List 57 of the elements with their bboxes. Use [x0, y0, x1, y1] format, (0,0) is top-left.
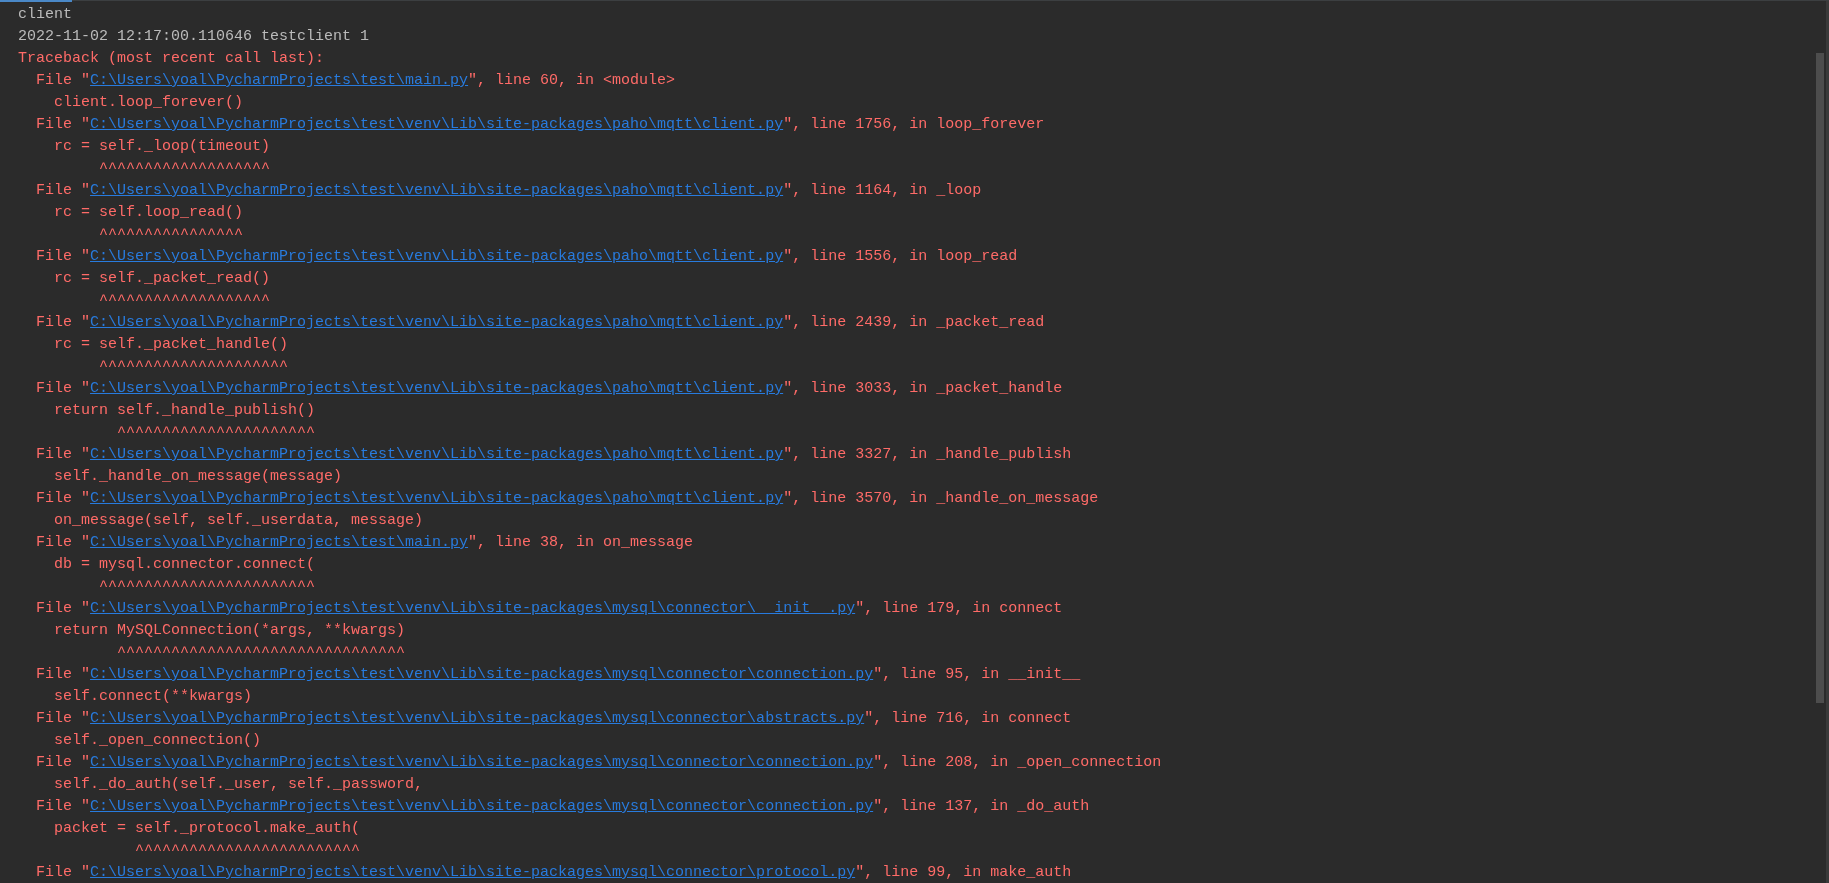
error-position-markers: ^^^^^^^^^^^^^^^^	[98, 226, 244, 243]
traceback-frame-line: File "C:\Users\yoal\PycharmProjects\test\venv\Lib\site-packages\paho\mqtt\client.py", line 1164, in _loop	[36, 182, 982, 199]
error-position-markers: ^^^^^^^^^^^^^^^^^^^^^	[98, 358, 289, 375]
console-output-line: 2022-11-02 12:17:00.110646 testclient 1	[18, 28, 370, 45]
source-code-line: rc = self._loop(timeout)	[54, 138, 271, 155]
source-code-line: rc = self._packet_read()	[54, 270, 271, 287]
source-code-line: self.connect(**kwargs)	[54, 688, 253, 705]
file-path-link[interactable]: C:\Users\yoal\PycharmProjects\test\venv\Lib\site-packages\paho\mqtt\client.py	[90, 490, 784, 507]
source-code-line: rc = self.loop_read()	[54, 204, 244, 221]
source-code-line: self._open_connection()	[54, 732, 262, 749]
traceback-frame-line: File "C:\Users\yoal\PycharmProjects\test\main.py", line 38, in on_message	[36, 534, 694, 551]
source-code-line: return MySQLConnection(*args, **kwargs)	[54, 622, 406, 639]
file-path-link[interactable]: C:\Users\yoal\PycharmProjects\test\main.py	[90, 72, 469, 89]
traceback-frame-line: File "C:\Users\yoal\PycharmProjects\test\venv\Lib\site-packages\paho\mqtt\client.py", line 3327, in _handle_publish	[36, 446, 1072, 463]
file-path-link[interactable]: C:\Users\yoal\PycharmProjects\test\venv\Lib\site-packages\paho\mqtt\client.py	[90, 248, 784, 265]
traceback-frame-line: File "C:\Users\yoal\PycharmProjects\test\venv\Lib\site-packages\mysql\connector\connection.py", line 208, in _open_connection	[36, 754, 1162, 771]
file-path-link[interactable]: C:\Users\yoal\PycharmProjects\test\venv\Lib\site-packages\mysql\connector\__init__.py	[90, 600, 856, 617]
active-tab-indicator	[0, 0, 72, 2]
source-code-line: on_message(self, self._userdata, message)	[54, 512, 424, 529]
traceback-frame-line: File "C:\Users\yoal\PycharmProjects\test\venv\Lib\site-packages\paho\mqtt\client.py", line 1756, in loop_forever	[36, 116, 1045, 133]
error-position-markers: ^^^^^^^^^^^^^^^^^^^	[98, 160, 271, 177]
traceback-frame-line: File "C:\Users\yoal\PycharmProjects\test\venv\Lib\site-packages\paho\mqtt\client.py", line 1556, in loop_read	[36, 248, 1018, 265]
source-code-line: packet = self._protocol.make_auth(	[54, 820, 361, 837]
traceback-frame-line: File "C:\Users\yoal\PycharmProjects\test\venv\Lib\site-packages\paho\mqtt\client.py", line 3033, in _packet_handle	[36, 380, 1063, 397]
source-code-line: return self._handle_publish()	[54, 402, 316, 419]
file-path-link[interactable]: C:\Users\yoal\PycharmProjects\test\main.py	[90, 534, 469, 551]
file-path-link[interactable]: C:\Users\yoal\PycharmProjects\test\venv\Lib\site-packages\paho\mqtt\client.py	[90, 446, 784, 463]
source-code-line: self._handle_on_message(message)	[54, 468, 343, 485]
traceback-header: Traceback (most recent call last):	[18, 50, 325, 67]
file-path-link[interactable]: C:\Users\yoal\PycharmProjects\test\venv\Lib\site-packages\mysql\connector\abstracts.py	[90, 710, 865, 727]
source-code-line: client.loop_forever()	[54, 94, 244, 111]
traceback-frame-line: File "C:\Users\yoal\PycharmProjects\test\venv\Lib\site-packages\paho\mqtt\client.py", line 3570, in _handle_on_message	[36, 490, 1099, 507]
traceback-frame-line: File "C:\Users\yoal\PycharmProjects\test\venv\Lib\site-packages\mysql\connector\__init__.py", line 179, in connect	[36, 600, 1063, 617]
traceback-frame-line: File "C:\Users\yoal\PycharmProjects\test\venv\Lib\site-packages\mysql\connector\abstracts.py", line 716, in connect	[36, 710, 1072, 727]
console-output-line: client	[18, 6, 72, 23]
file-path-link[interactable]: C:\Users\yoal\PycharmProjects\test\venv\Lib\site-packages\paho\mqtt\client.py	[90, 116, 784, 133]
file-path-link[interactable]: C:\Users\yoal\PycharmProjects\test\venv\Lib\site-packages\paho\mqtt\client.py	[90, 314, 784, 331]
traceback-frame-line: File "C:\Users\yoal\PycharmProjects\test\venv\Lib\site-packages\mysql\connector\protocol.py", line 99, in make_auth	[36, 864, 1072, 881]
file-path-link[interactable]: C:\Users\yoal\PycharmProjects\test\venv\Lib\site-packages\mysql\connector\connection.py	[90, 666, 874, 683]
error-position-markers: ^^^^^^^^^^^^^^^^^^^^^^^^^^^^^^^^	[116, 644, 406, 661]
traceback-frame-line: File "C:\Users\yoal\PycharmProjects\test\venv\Lib\site-packages\paho\mqtt\client.py", line 2439, in _packet_read	[36, 314, 1045, 331]
source-code-line: rc = self._packet_handle()	[54, 336, 289, 353]
traceback-frame-line: File "C:\Users\yoal\PycharmProjects\test\venv\Lib\site-packages\mysql\connector\connection.py", line 95, in __init__	[36, 666, 1081, 683]
source-code-line: db = mysql.connector.connect(	[54, 556, 316, 573]
file-path-link[interactable]: C:\Users\yoal\PycharmProjects\test\venv\Lib\site-packages\mysql\connector\protocol.py	[90, 864, 856, 881]
error-position-markers: ^^^^^^^^^^^^^^^^^^^^^^^^^	[134, 842, 361, 859]
scrollbar[interactable]	[1816, 53, 1824, 703]
source-code-line: self._do_auth(self._user, self._password,	[54, 776, 424, 793]
file-path-link[interactable]: C:\Users\yoal\PycharmProjects\test\venv\Lib\site-packages\mysql\connector\connection.py	[90, 754, 874, 771]
error-position-markers: ^^^^^^^^^^^^^^^^^^^^^^	[116, 424, 316, 441]
error-position-markers: ^^^^^^^^^^^^^^^^^^^^^^^^	[98, 578, 316, 595]
traceback-frame-line: File "C:\Users\yoal\PycharmProjects\test\venv\Lib\site-packages\mysql\connector\connection.py", line 137, in _do_auth	[36, 798, 1090, 815]
file-path-link[interactable]: C:\Users\yoal\PycharmProjects\test\venv\Lib\site-packages\paho\mqtt\client.py	[90, 182, 784, 199]
file-path-link[interactable]: C:\Users\yoal\PycharmProjects\test\venv\Lib\site-packages\paho\mqtt\client.py	[90, 380, 784, 397]
file-path-link[interactable]: C:\Users\yoal\PycharmProjects\test\venv\Lib\site-packages\mysql\connector\connection.py	[90, 798, 874, 815]
traceback-frame-line: File "C:\Users\yoal\PycharmProjects\test\main.py", line 60, in <module>	[36, 72, 676, 89]
error-position-markers: ^^^^^^^^^^^^^^^^^^^	[98, 292, 271, 309]
